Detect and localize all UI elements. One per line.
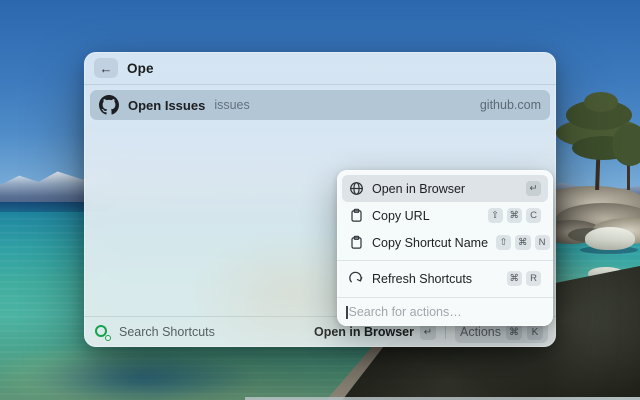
keycap-return: ↵: [526, 181, 541, 196]
clipboard-icon: [349, 208, 364, 223]
wallpaper-white-boulder: [585, 227, 635, 250]
back-button[interactable]: ←: [94, 58, 118, 78]
clipboard-icon: [349, 235, 364, 250]
wallpaper-pine2-canopy: [612, 124, 640, 166]
menu-item-label: Refresh Shortcuts: [372, 271, 473, 286]
menu-separator: [337, 260, 553, 261]
list-item-open-issues[interactable]: Open Issues issues github.com: [90, 90, 550, 120]
keycap-n: N: [534, 235, 550, 250]
actions-search-input[interactable]: Search for actions…: [337, 297, 553, 326]
refresh-icon: [349, 271, 364, 286]
keycap-cmd: ⌘: [506, 271, 522, 286]
wallpaper-deep-water-patch: [28, 352, 258, 400]
keycap-return: ↵: [420, 324, 436, 340]
actions-popup-items: Open in Browser ↵ Copy URL ⇧ ⌘ C Copy Sh…: [337, 170, 553, 297]
results-list: Open Issues issues github.com: [84, 85, 556, 120]
keycap-c: C: [526, 208, 541, 223]
actions-popup: Open in Browser ↵ Copy URL ⇧ ⌘ C Copy Sh…: [337, 170, 553, 326]
menu-item-keys: ⌘ R: [506, 271, 541, 286]
search-query[interactable]: Ope: [127, 61, 154, 76]
github-icon: [99, 95, 119, 115]
keycap-shift: ⇧: [496, 235, 512, 250]
footer-divider: [445, 325, 446, 339]
menu-item-label: Copy Shortcut Name: [372, 235, 489, 250]
keycap-r: R: [526, 271, 541, 286]
wallpaper-pine-canopy: [584, 92, 618, 112]
menu-item-open-in-browser[interactable]: Open in Browser ↵: [342, 175, 548, 202]
shortcuts-green-icon: [95, 324, 111, 341]
globe-icon: [349, 181, 364, 196]
menu-item-copy-shortcut-name[interactable]: Copy Shortcut Name ⇧ ⌘ N: [342, 229, 550, 256]
menu-item-refresh-shortcuts[interactable]: Refresh Shortcuts ⌘ R: [342, 265, 548, 292]
menu-item-label: Open in Browser: [372, 181, 466, 196]
list-item-title: Open Issues: [128, 97, 206, 113]
menu-item-keys: ↵: [526, 181, 541, 196]
menu-item-keys: ⇧ ⌘ C: [487, 208, 541, 223]
actions-search-placeholder: Search for actions…: [348, 305, 462, 319]
extension-name: Search Shortcuts: [119, 325, 215, 339]
shortcuts-icon-gear: [105, 334, 111, 341]
actions-label: Actions: [460, 325, 501, 339]
menu-item-keys: ⇧ ⌘ N: [496, 235, 550, 250]
menu-item-copy-url[interactable]: Copy URL ⇧ ⌘ C: [342, 202, 548, 229]
desktop: ← Ope Open Issues issues github.com Sear…: [0, 0, 640, 400]
back-arrow-icon: ←: [99, 60, 113, 76]
text-cursor: [346, 305, 348, 319]
keycap-cmd: ⌘: [506, 208, 522, 223]
list-item-accessory: github.com: [479, 98, 541, 112]
keycap-cmd: ⌘: [515, 235, 531, 250]
keycap-k: K: [527, 324, 543, 340]
keycap-shift: ⇧: [487, 208, 503, 223]
list-item-subtitle: issues: [214, 98, 250, 112]
keycap-cmd: ⌘: [506, 324, 522, 340]
search-header: ← Ope: [84, 52, 556, 85]
primary-action-button[interactable]: Open in Browser: [314, 325, 414, 339]
menu-item-label: Copy URL: [372, 208, 430, 223]
